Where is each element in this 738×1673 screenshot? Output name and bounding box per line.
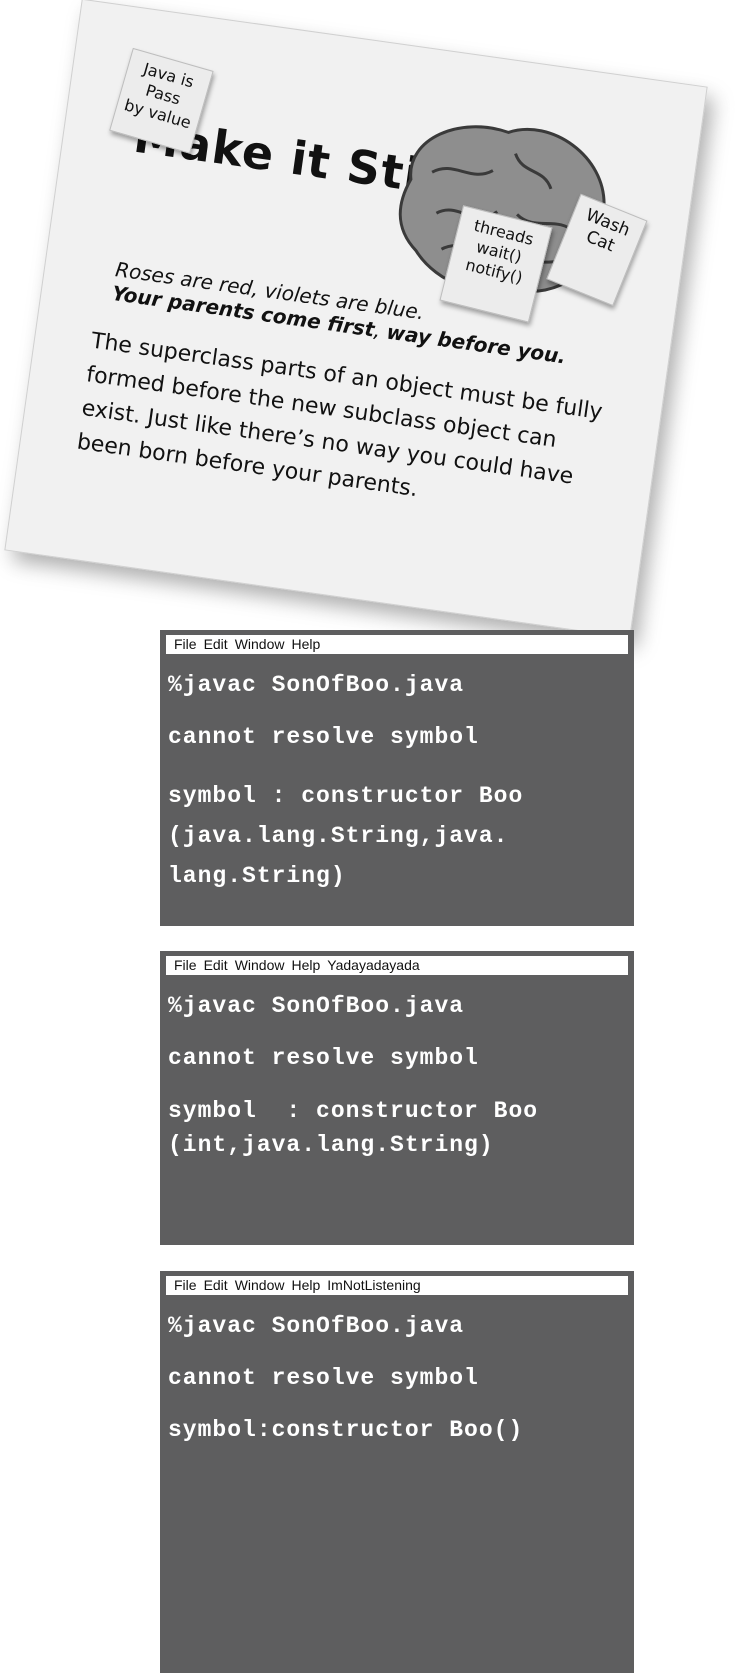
console-line: (int,java.lang.String) — [168, 1132, 494, 1158]
menu-help[interactable]: Help — [291, 957, 320, 973]
console-line: symbol : constructor Boo — [168, 1098, 539, 1124]
make-it-stick-card: Make it Stick Java is Pass by value Wash… — [4, 0, 708, 639]
console-line: %javac SonOfBoo.java — [168, 1313, 465, 1339]
console-line: lang.String) — [168, 863, 346, 889]
menu-bar: File Edit Window Help ImNotListening — [166, 1276, 628, 1295]
menu-window[interactable]: Window — [235, 1277, 285, 1293]
menu-file[interactable]: File — [174, 636, 197, 652]
menu-edit[interactable]: Edit — [204, 957, 228, 973]
poem-end: . — [556, 343, 568, 369]
menu-imnotlistening[interactable]: ImNotListening — [327, 1277, 420, 1293]
menu-edit[interactable]: Edit — [204, 1277, 228, 1293]
menu-bar: File Edit Window Help Yadayadayada — [166, 956, 628, 975]
menu-window[interactable]: Window — [235, 636, 285, 652]
menu-yadayadayada[interactable]: Yadayadayada — [327, 957, 419, 973]
menu-window[interactable]: Window — [235, 957, 285, 973]
console-line: (java.lang.String,java. — [168, 823, 509, 849]
console-window-1: File Edit Window Help %javac SonOfBoo.java … — [160, 630, 634, 926]
menu-edit[interactable]: Edit — [204, 636, 228, 652]
menu-help[interactable]: Help — [291, 636, 320, 652]
console-line: cannot resolve symbol — [168, 1365, 479, 1391]
menu-bar: File Edit Window Help — [166, 635, 628, 654]
console-line: cannot resolve symbol — [168, 724, 479, 750]
menu-help[interactable]: Help — [291, 1277, 320, 1293]
console-line: symbol:constructor Boo() — [168, 1417, 524, 1443]
console-window-2: File Edit Window Help Yadayadayada %javac So… — [160, 951, 634, 1245]
console-line: cannot resolve symbol — [168, 1045, 479, 1071]
console-window-3: File Edit Window Help ImNotListening %javac … — [160, 1271, 634, 1673]
console-line: symbol : constructor Boo — [168, 783, 524, 809]
menu-file[interactable]: File — [174, 957, 197, 973]
menu-file[interactable]: File — [174, 1277, 197, 1293]
console-line: %javac SonOfBoo.java — [168, 672, 465, 698]
console-line: %javac SonOfBoo.java — [168, 993, 465, 1019]
